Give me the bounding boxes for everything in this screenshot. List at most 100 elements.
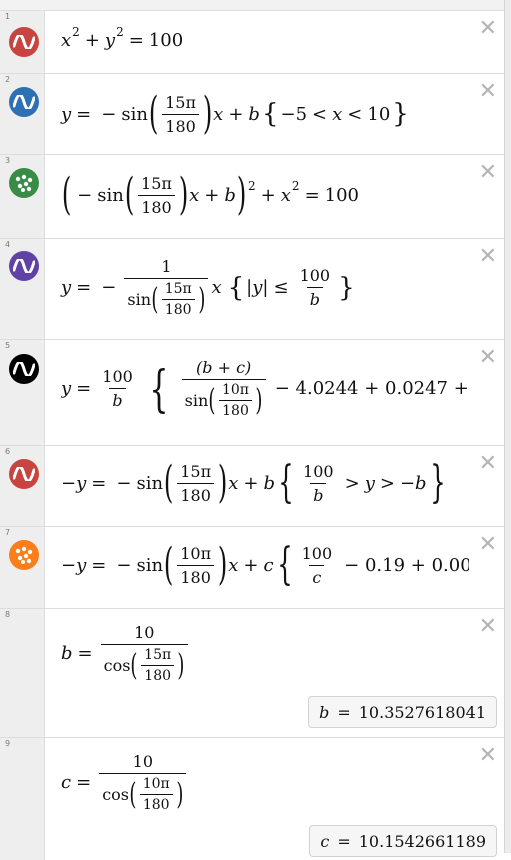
- var: x: [332, 103, 343, 125]
- function-name: sin: [121, 103, 148, 125]
- expression-gutter: 2: [0, 74, 45, 154]
- math-input[interactable]: y = − sin ( 15π 180 ) x + b { −5 < x < 10…: [61, 92, 411, 136]
- delete-expression-button[interactable]: ✕: [479, 745, 497, 767]
- delete-expression-button[interactable]: ✕: [479, 616, 497, 638]
- var: b: [61, 643, 73, 664]
- overflow-text: − 0.19 + 0.00126: [344, 554, 469, 576]
- numerator: 15π: [164, 281, 192, 297]
- expression-row[interactable]: 2 y = − sin ( 15π 180 ) x + b { −5 < x < …: [0, 74, 505, 155]
- number: 100: [148, 30, 184, 51]
- numerator: 15π: [180, 461, 212, 481]
- fraction: 15π 180: [161, 281, 195, 318]
- fraction: 100 c: [299, 544, 336, 587]
- operator: +: [84, 30, 100, 51]
- math-input[interactable]: y = − 1 sin ( 15π 180 ) x { |y| ≤ 100 b }: [61, 257, 357, 318]
- delete-expression-button[interactable]: ✕: [479, 347, 497, 369]
- number: 10: [367, 103, 391, 125]
- operator: =: [77, 643, 93, 664]
- expression-row[interactable]: 1 x2 + y2 = 100 ✕: [0, 11, 505, 74]
- denominator: 180: [139, 794, 173, 813]
- var: x: [61, 30, 72, 51]
- denominator: sin ( 15π 180 ): [124, 278, 209, 318]
- paren: ): [176, 776, 184, 812]
- operator: =: [337, 702, 351, 722]
- numerator: 100: [303, 461, 334, 481]
- orange-dots-icon[interactable]: [9, 540, 39, 570]
- expression-row[interactable]: 8 b = 10 cos ( 15π 180 ) b = 10.352761804…: [0, 609, 505, 738]
- fraction: 100 b: [99, 367, 136, 410]
- delete-expression-button[interactable]: ✕: [479, 453, 497, 475]
- function-name: cos: [103, 656, 131, 675]
- expression-gutter: 9: [0, 738, 45, 860]
- fraction: 10π 180: [177, 544, 214, 587]
- paren: (: [163, 543, 174, 587]
- denominator: b: [306, 287, 323, 309]
- math-input[interactable]: −y = − sin ( 15π 180 ) x + b { 100 b > y >…: [61, 461, 449, 505]
- red-wave-icon[interactable]: [9, 27, 39, 57]
- result-value: 10.3527618041: [358, 702, 486, 722]
- paren: ): [217, 457, 228, 508]
- operator: ≤: [273, 277, 289, 298]
- expression-row[interactable]: 7 −y = − sin ( 10π 180 ) x + c { 100 c − 0…: [0, 527, 505, 609]
- green-dots-icon[interactable]: [9, 168, 39, 198]
- exponent: 2: [248, 179, 256, 193]
- brace: {: [227, 272, 245, 303]
- denominator: 180: [141, 665, 175, 684]
- black-wave-icon[interactable]: [9, 354, 39, 384]
- numerator: 15π: [144, 647, 172, 663]
- denominator: c: [309, 564, 325, 587]
- var: b: [263, 472, 276, 494]
- scrollbar-track[interactable]: [504, 0, 511, 853]
- operator: −: [101, 277, 117, 298]
- operator: +: [204, 184, 220, 206]
- expression-row[interactable]: 9 c = 10 cos ( 10π 180 ) c = 10.154266118…: [0, 738, 505, 860]
- expression-gutter: 8: [0, 609, 45, 737]
- operator: −: [77, 184, 93, 206]
- delete-expression-button[interactable]: ✕: [479, 81, 497, 103]
- var: b: [224, 184, 236, 206]
- denominator: 180: [219, 400, 252, 419]
- expression-row[interactable]: 6 −y = − sin ( 15π 180 ) x + b { 100 b > y…: [0, 446, 505, 527]
- delete-expression-button[interactable]: ✕: [479, 18, 497, 40]
- math-input[interactable]: c = 10 cos ( 10π 180 ): [61, 752, 189, 813]
- operator: =: [337, 831, 351, 851]
- denominator: 180: [138, 194, 175, 217]
- var: −y: [61, 472, 87, 494]
- var: |y|: [246, 277, 269, 298]
- function-name: cos: [102, 785, 129, 804]
- math-input[interactable]: ( − sin ( 15π 180 ) x + b ) 2 + x2 = 100: [61, 173, 359, 217]
- exponent: 2: [116, 24, 124, 39]
- expression-gutter: 7: [0, 527, 45, 608]
- brace: }: [338, 272, 355, 303]
- expression-index: 6: [5, 447, 11, 456]
- paren: (: [208, 382, 216, 418]
- operator: −: [101, 103, 117, 125]
- delete-expression-button[interactable]: ✕: [479, 534, 497, 556]
- var: x: [228, 472, 239, 494]
- math-input[interactable]: y = 100 b { (b + c) sin ( 10π 180 ) − 4.02…: [61, 358, 469, 419]
- denominator: cos ( 10π 180 ): [99, 773, 187, 813]
- paren: ): [255, 382, 263, 418]
- red-wave-icon[interactable]: [9, 459, 39, 489]
- numerator: 15π: [165, 92, 196, 112]
- operator: +: [243, 554, 259, 576]
- expression-row[interactable]: 3 ( − sin ( 15π 180 ) x + b ) 2 + x2 = 10…: [0, 155, 505, 239]
- purple-wave-icon[interactable]: [9, 251, 39, 281]
- fraction: 10π 180: [219, 382, 252, 419]
- brace: {: [261, 99, 279, 129]
- math-input[interactable]: x2 + y2 = 100: [61, 25, 184, 52]
- operator: +: [228, 103, 244, 125]
- numerator: 10π: [180, 543, 212, 563]
- expression-index: 8: [5, 610, 11, 619]
- expression-index: 4: [5, 240, 11, 249]
- math-input[interactable]: −y = − sin ( 10π 180 ) x + c { 100 c − 0.1…: [61, 543, 469, 587]
- delete-expression-button[interactable]: ✕: [479, 162, 497, 184]
- number: −5: [280, 103, 308, 125]
- expression-gutter: 6: [0, 446, 45, 526]
- delete-expression-button[interactable]: ✕: [479, 246, 497, 268]
- denominator: 180: [161, 299, 195, 318]
- math-input[interactable]: b = 10 cos ( 15π 180 ): [61, 623, 191, 684]
- expression-row[interactable]: 5 y = 100 b { (b + c) sin ( 10π 180 ) − 4.…: [0, 340, 505, 446]
- expression-row[interactable]: 4 y = − 1 sin ( 15π 180 ) x { |y| ≤ 100 b: [0, 239, 505, 340]
- blue-wave-icon[interactable]: [9, 87, 39, 117]
